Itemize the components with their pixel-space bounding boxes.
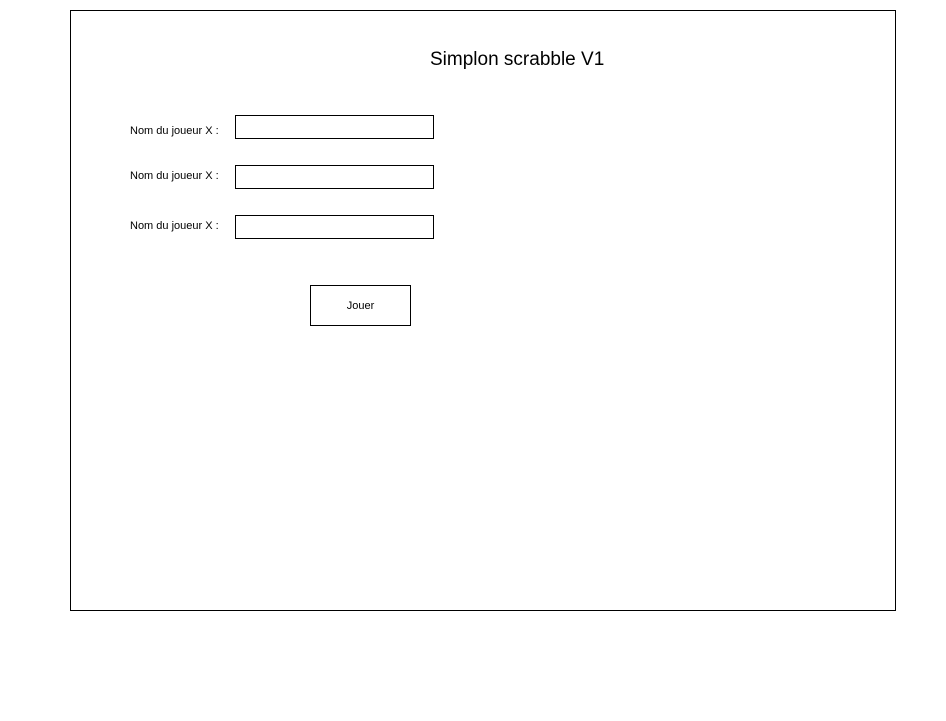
play-button[interactable]: Jouer	[310, 285, 411, 326]
player-2-label: Nom du joueur X :	[130, 170, 219, 182]
player-3-name-input[interactable]	[235, 215, 434, 239]
page-title: Simplon scrabble V1	[430, 49, 605, 70]
player-1-name-input[interactable]	[235, 115, 434, 139]
main-frame	[70, 10, 896, 611]
player-3-label: Nom du joueur X :	[130, 220, 219, 232]
player-2-name-input[interactable]	[235, 165, 434, 189]
player-1-label: Nom du joueur X :	[130, 125, 219, 137]
